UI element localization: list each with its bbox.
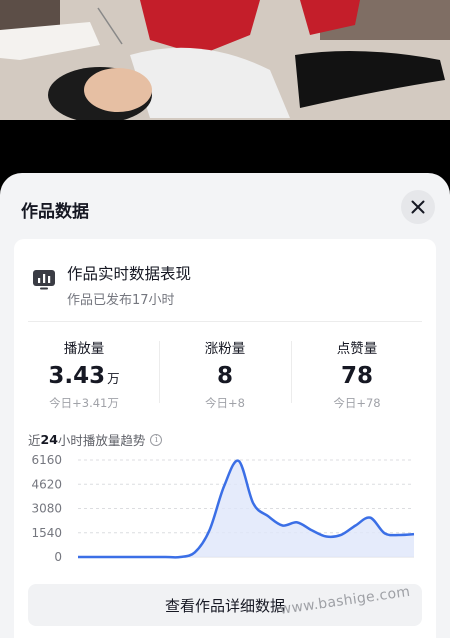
- y-tick-label: 6160: [31, 453, 62, 467]
- divider: [28, 321, 422, 322]
- video-frame-image: [0, 0, 450, 120]
- stat-value: 8: [216, 363, 233, 389]
- video-scene-image: [0, 0, 450, 120]
- y-tick-label: 3080: [31, 502, 62, 516]
- play-trend-chart[interactable]: 6160 4620 3080 1540 0: [14, 453, 436, 579]
- stat-plays[interactable]: 播放量 3.43 万 今日+3.41万: [14, 337, 154, 411]
- publish-time: 作品已发布17小时: [67, 293, 175, 308]
- trend-title: 近 24 小时播放量趋势 i: [28, 430, 163, 449]
- y-tick-label: 1540: [31, 526, 62, 540]
- realtime-data-card: 作品实时数据表现 作品已发布17小时 播放量 3.43 万 今日+3.41万 涨粉…: [14, 239, 436, 638]
- bar-chart-icon: [33, 270, 55, 290]
- stat-likes[interactable]: 点赞量 78 今日+78: [287, 337, 427, 411]
- stat-label: 点赞量: [336, 341, 378, 357]
- realtime-title: 作品实时数据表现: [67, 265, 192, 283]
- stat-followers[interactable]: 涨粉量 8 今日+8: [155, 337, 295, 411]
- stat-delta: 今日+8: [205, 396, 245, 411]
- stat-label: 播放量: [63, 341, 105, 357]
- stat-label: 涨粉量: [204, 341, 246, 357]
- stat-value: 3.43 万: [48, 363, 120, 389]
- y-tick-label: 4620: [31, 477, 62, 491]
- y-tick-label: 0: [54, 550, 62, 564]
- work-data-sheet: 作品数据 作品实时数据表现 作品已发布17小时 播放量 3.43 万 今日+3.4…: [0, 173, 450, 638]
- stat-delta: 今日+3.41万: [49, 396, 119, 411]
- video-preview[interactable]: [0, 0, 450, 175]
- close-button[interactable]: [401, 190, 435, 224]
- stat-delta: 今日+78: [333, 396, 381, 411]
- close-icon: [411, 200, 425, 214]
- stat-value: 78: [340, 363, 373, 389]
- stat-unit: 万: [107, 371, 120, 386]
- sheet-title: 作品数据: [21, 202, 89, 222]
- info-icon[interactable]: i: [150, 433, 163, 446]
